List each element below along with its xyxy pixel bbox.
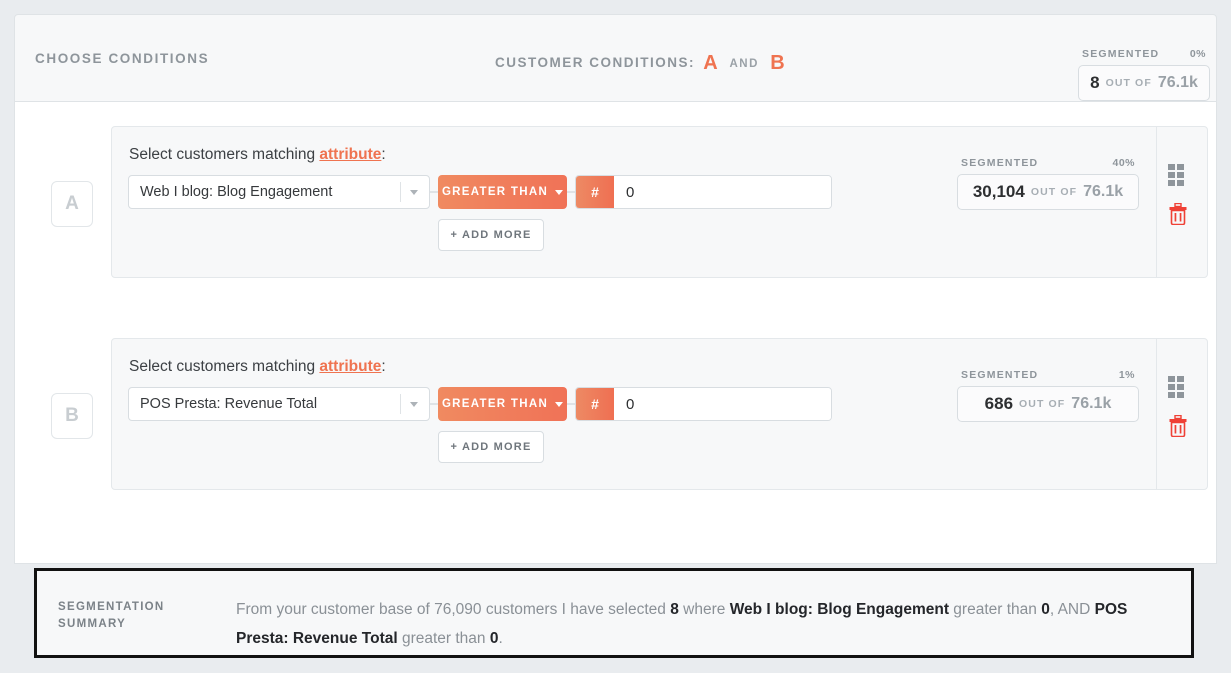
operator-label: GREATER THAN — [441, 398, 549, 410]
segmented-pill: 30,104 OUT OF 76.1k — [957, 174, 1139, 210]
attribute-select-value: Web I blog: Blog Engagement — [140, 184, 333, 200]
connector-line — [430, 403, 438, 405]
segmented-total: 76.1k — [1157, 74, 1198, 91]
connector-line — [430, 191, 438, 193]
condition-a-chip: A — [703, 52, 719, 74]
segmented-count: 686 — [984, 394, 1014, 413]
segmented-label: SEGMENTED — [961, 369, 1039, 381]
attribute-select[interactable]: Web I blog: Blog Engagement — [128, 175, 430, 209]
segmented-percent: 0% — [1189, 48, 1206, 60]
overall-segmented-stat: SEGMENTED 0% 8 OUT OF 76.1k — [1078, 48, 1210, 101]
condition-letter-badge: A — [51, 181, 93, 227]
segmented-label: SEGMENTED — [1082, 48, 1160, 60]
match-suffix-text: : — [381, 146, 386, 163]
attribute-select-value: POS Presta: Revenue Total — [140, 396, 318, 412]
condition-letter-badge: B — [51, 393, 93, 439]
chevron-down-icon — [555, 401, 564, 407]
match-description: Select customers matching attribute: — [129, 358, 386, 376]
attribute-type-link[interactable]: attribute — [319, 146, 381, 163]
operator-dropdown-button[interactable]: GREATER THAN — [438, 387, 567, 421]
segmented-outof-label: OUT OF — [1105, 77, 1152, 89]
operator-dropdown-button[interactable]: GREATER THAN — [438, 175, 567, 209]
summary-part3: greater than — [948, 601, 1042, 618]
segmentation-builder-page: CHOOSE CONDITIONS CUSTOMER CONDITIONS: A… — [0, 0, 1231, 673]
condition-b-chip: B — [770, 52, 786, 74]
segmented-pill: 686 OUT OF 76.1k — [957, 386, 1139, 422]
condition-card: Select customers matching attribute: Web… — [111, 126, 1208, 278]
customer-conditions-label: CUSTOMER CONDITIONS: — [495, 55, 696, 70]
segmented-count: 8 — [1090, 73, 1100, 92]
summary-value-a: 0 — [1041, 601, 1050, 618]
drag-handle-icon[interactable] — [1168, 164, 1186, 186]
attribute-type-link[interactable]: attribute — [319, 358, 381, 375]
attribute-select[interactable]: POS Presta: Revenue Total — [128, 387, 430, 421]
summary-selected-count: 8 — [670, 601, 679, 618]
value-input-group: # — [575, 175, 832, 209]
segmented-outof-label: OUT OF — [1019, 398, 1066, 410]
segmented-percent: 40% — [1112, 157, 1135, 169]
value-input[interactable] — [614, 176, 831, 208]
condition-row: A Select customers matching attribute: W… — [32, 126, 1208, 278]
match-suffix-text: : — [381, 358, 386, 375]
conditions-header-bar: CHOOSE CONDITIONS CUSTOMER CONDITIONS: A… — [14, 14, 1217, 102]
segmented-label: SEGMENTED — [961, 157, 1039, 169]
add-more-button[interactable]: + ADD MORE — [438, 219, 544, 251]
condition-row: B Select customers matching attribute: P… — [32, 338, 1208, 490]
operator-label: GREATER THAN — [441, 186, 549, 198]
number-hash-icon: # — [576, 388, 614, 420]
segmentation-summary-box: SEGMENTATION SUMMARY From your customer … — [34, 568, 1194, 658]
summary-part5: greater than — [397, 630, 490, 647]
condition-card: Select customers matching attribute: POS… — [111, 338, 1208, 490]
customer-conditions-summary: CUSTOMER CONDITIONS: A AND B — [495, 52, 788, 75]
summary-part4: , AND — [1049, 601, 1095, 618]
segmentation-summary-label: SEGMENTATION SUMMARY — [58, 599, 218, 633]
choose-conditions-title: CHOOSE CONDITIONS — [35, 51, 210, 66]
summary-part6: . — [498, 630, 503, 647]
segmented-outof-label: OUT OF — [1030, 186, 1078, 198]
trash-icon — [1169, 414, 1187, 438]
match-prefix-text: Select customers matching — [129, 146, 320, 163]
select-separator — [400, 394, 401, 414]
chevron-down-icon — [410, 401, 418, 407]
summary-label-line2: SUMMARY — [58, 618, 127, 630]
delete-condition-button[interactable] — [1168, 414, 1188, 438]
connector-line — [567, 403, 575, 405]
segmented-total: 76.1k — [1071, 395, 1112, 412]
segmented-pill: 8 OUT OF 76.1k — [1078, 65, 1210, 101]
number-hash-icon: # — [576, 176, 614, 208]
drag-handle-icon[interactable] — [1168, 376, 1186, 398]
summary-label-line1: SEGMENTATION — [58, 601, 165, 613]
summary-attribute-a: Web I blog: Blog Engagement — [729, 601, 949, 618]
trash-icon — [1169, 202, 1187, 226]
segmentation-summary-text: From your customer base of 76,090 custom… — [236, 595, 1165, 653]
row-action-column — [1157, 339, 1207, 489]
summary-part1: From your customer base of 76,090 custom… — [236, 601, 671, 618]
chevron-down-icon — [410, 189, 418, 195]
match-prefix-text: Select customers matching — [129, 358, 320, 375]
connector-line — [567, 191, 575, 193]
conditions-and-word: AND — [729, 58, 759, 70]
value-input[interactable] — [614, 388, 831, 420]
condition-segmented-stat: SEGMENTED 1% 686 OUT OF 76.1k — [957, 369, 1139, 422]
segmented-count: 30,104 — [972, 182, 1025, 201]
conditions-panel: A Select customers matching attribute: W… — [14, 102, 1217, 639]
match-description: Select customers matching attribute: — [129, 146, 386, 164]
condition-segmented-stat: SEGMENTED 40% 30,104 OUT OF 76.1k — [957, 157, 1139, 210]
select-separator — [400, 182, 401, 202]
summary-part2: where — [678, 601, 730, 618]
segmented-total: 76.1k — [1083, 183, 1124, 200]
segmented-percent: 1% — [1118, 369, 1135, 381]
delete-condition-button[interactable] — [1168, 202, 1188, 226]
value-input-group: # — [575, 387, 832, 421]
chevron-down-icon — [555, 189, 564, 195]
add-more-button[interactable]: + ADD MORE — [438, 431, 544, 463]
row-action-column — [1157, 127, 1207, 277]
